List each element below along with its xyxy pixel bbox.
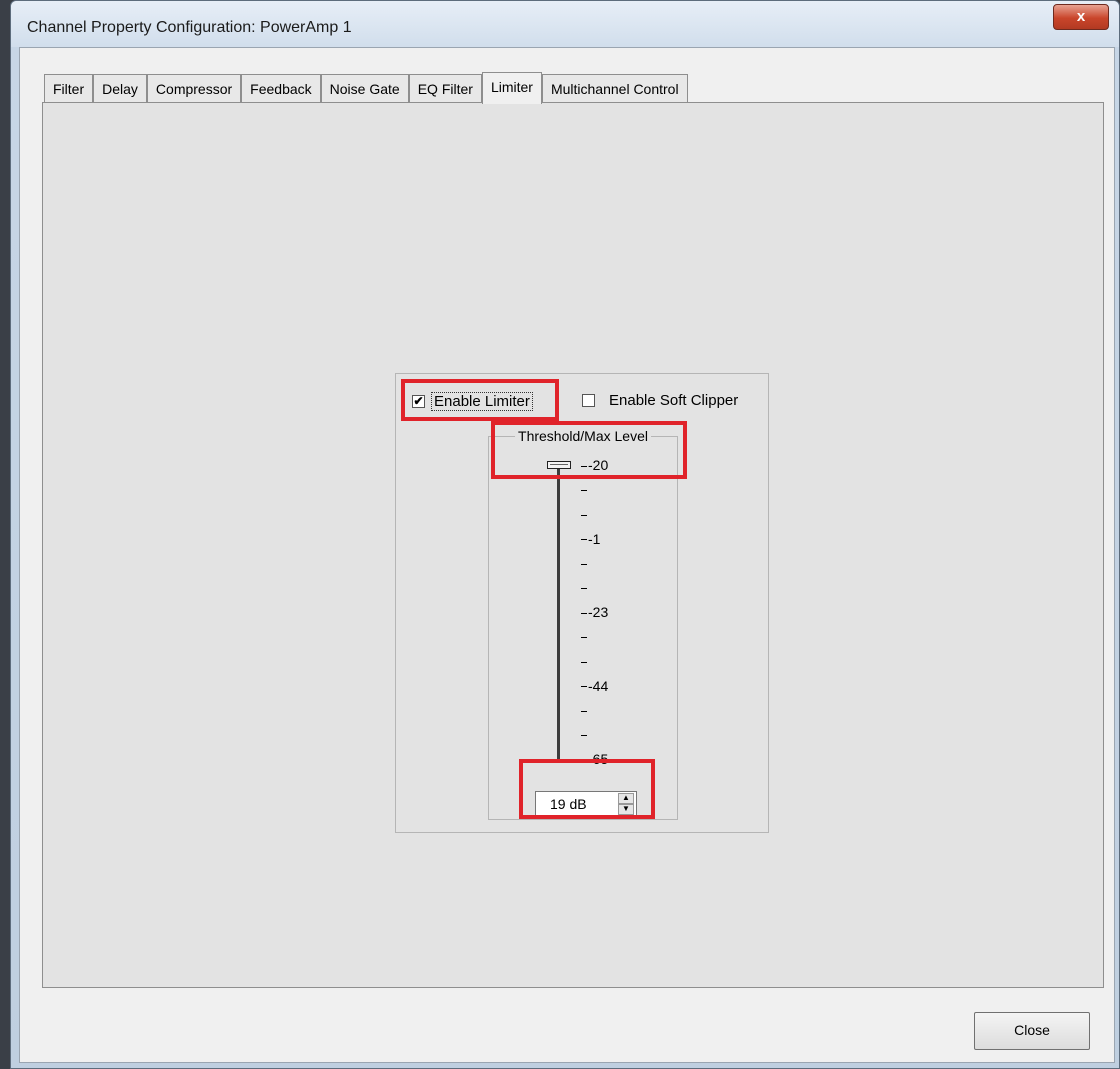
tab-delay[interactable]: Delay <box>93 74 147 103</box>
tab-noise-gate[interactable]: Noise Gate <box>320 74 409 103</box>
scale-tick: -1 <box>581 531 600 547</box>
title-bar[interactable]: Channel Property Configuration: PowerAmp… <box>11 1 1119 47</box>
window-close-button[interactable]: x <box>1053 4 1109 30</box>
scale-tick <box>581 580 588 596</box>
enable-soft-clipper-label: Enable Soft Clipper <box>609 392 739 409</box>
scale-tick-label: -1 <box>588 530 601 547</box>
scale-tick <box>581 727 588 743</box>
scale-tick-label: -65 <box>588 751 609 767</box>
tab-filter[interactable]: Filter <box>44 74 94 103</box>
window-title: Channel Property Configuration: PowerAmp… <box>27 19 352 36</box>
scale-tick <box>581 506 588 522</box>
scale-tick: -65 <box>581 751 608 767</box>
scale-tick <box>581 555 588 571</box>
close-button[interactable]: Close <box>974 1012 1090 1050</box>
scale-tick: -20 <box>581 457 608 473</box>
enable-soft-clipper-box[interactable] <box>582 394 595 407</box>
enable-soft-clipper-checkbox[interactable]: Enable Soft Clipper <box>582 392 738 409</box>
scale-tick <box>581 629 588 645</box>
tab-feedback[interactable]: Feedback <box>241 74 321 103</box>
threshold-slider-track[interactable] <box>557 465 560 759</box>
enable-limiter-checkmark[interactable]: ✔ <box>412 395 425 408</box>
scale-tick <box>581 482 588 498</box>
limiter-group: ✔ Enable Limiter Enable Soft Clipper Thr… <box>395 373 769 833</box>
dialog-window: Channel Property Configuration: PowerAmp… <box>10 0 1120 1069</box>
tab-eq-filter[interactable]: EQ Filter <box>408 74 482 103</box>
scale-tick <box>581 702 588 718</box>
limiter-tab-panel: ✔ Enable Limiter Enable Soft Clipper Thr… <box>42 102 1104 988</box>
threshold-group-title: Threshold/Max Level <box>515 428 651 444</box>
scale-tick: -44 <box>581 678 608 694</box>
client-area: Filter Delay Compressor Feedback Noise G… <box>19 47 1115 1063</box>
threshold-slider-thumb[interactable] <box>547 461 571 469</box>
scale-tick <box>581 653 588 669</box>
scale-tick-label: -20 <box>588 457 609 473</box>
spin-up-arrow-icon[interactable]: ▲ <box>618 793 634 804</box>
spin-down-arrow-icon[interactable]: ▼ <box>618 804 634 815</box>
tab-strip: Filter Delay Compressor Feedback Noise G… <box>44 72 688 104</box>
tab-limiter[interactable]: Limiter <box>481 72 542 104</box>
enable-limiter-checkbox[interactable]: ✔ Enable Limiter <box>412 392 533 411</box>
scale-tick-label: -44 <box>588 677 609 694</box>
threshold-value[interactable]: 19 dB <box>550 796 587 812</box>
scale-tick: -23 <box>581 604 608 620</box>
enable-limiter-label: Enable Limiter <box>431 392 533 411</box>
threshold-spinbox[interactable]: 19 dB ▲ ▼ <box>535 791 637 817</box>
tab-multichannel-control[interactable]: Multichannel Control <box>541 74 688 103</box>
scale-tick-label: -23 <box>588 604 609 620</box>
tab-compressor[interactable]: Compressor <box>146 74 242 103</box>
threshold-group: Threshold/Max Level -20 -1 -23 -44 -65 19 dB… <box>488 428 678 820</box>
